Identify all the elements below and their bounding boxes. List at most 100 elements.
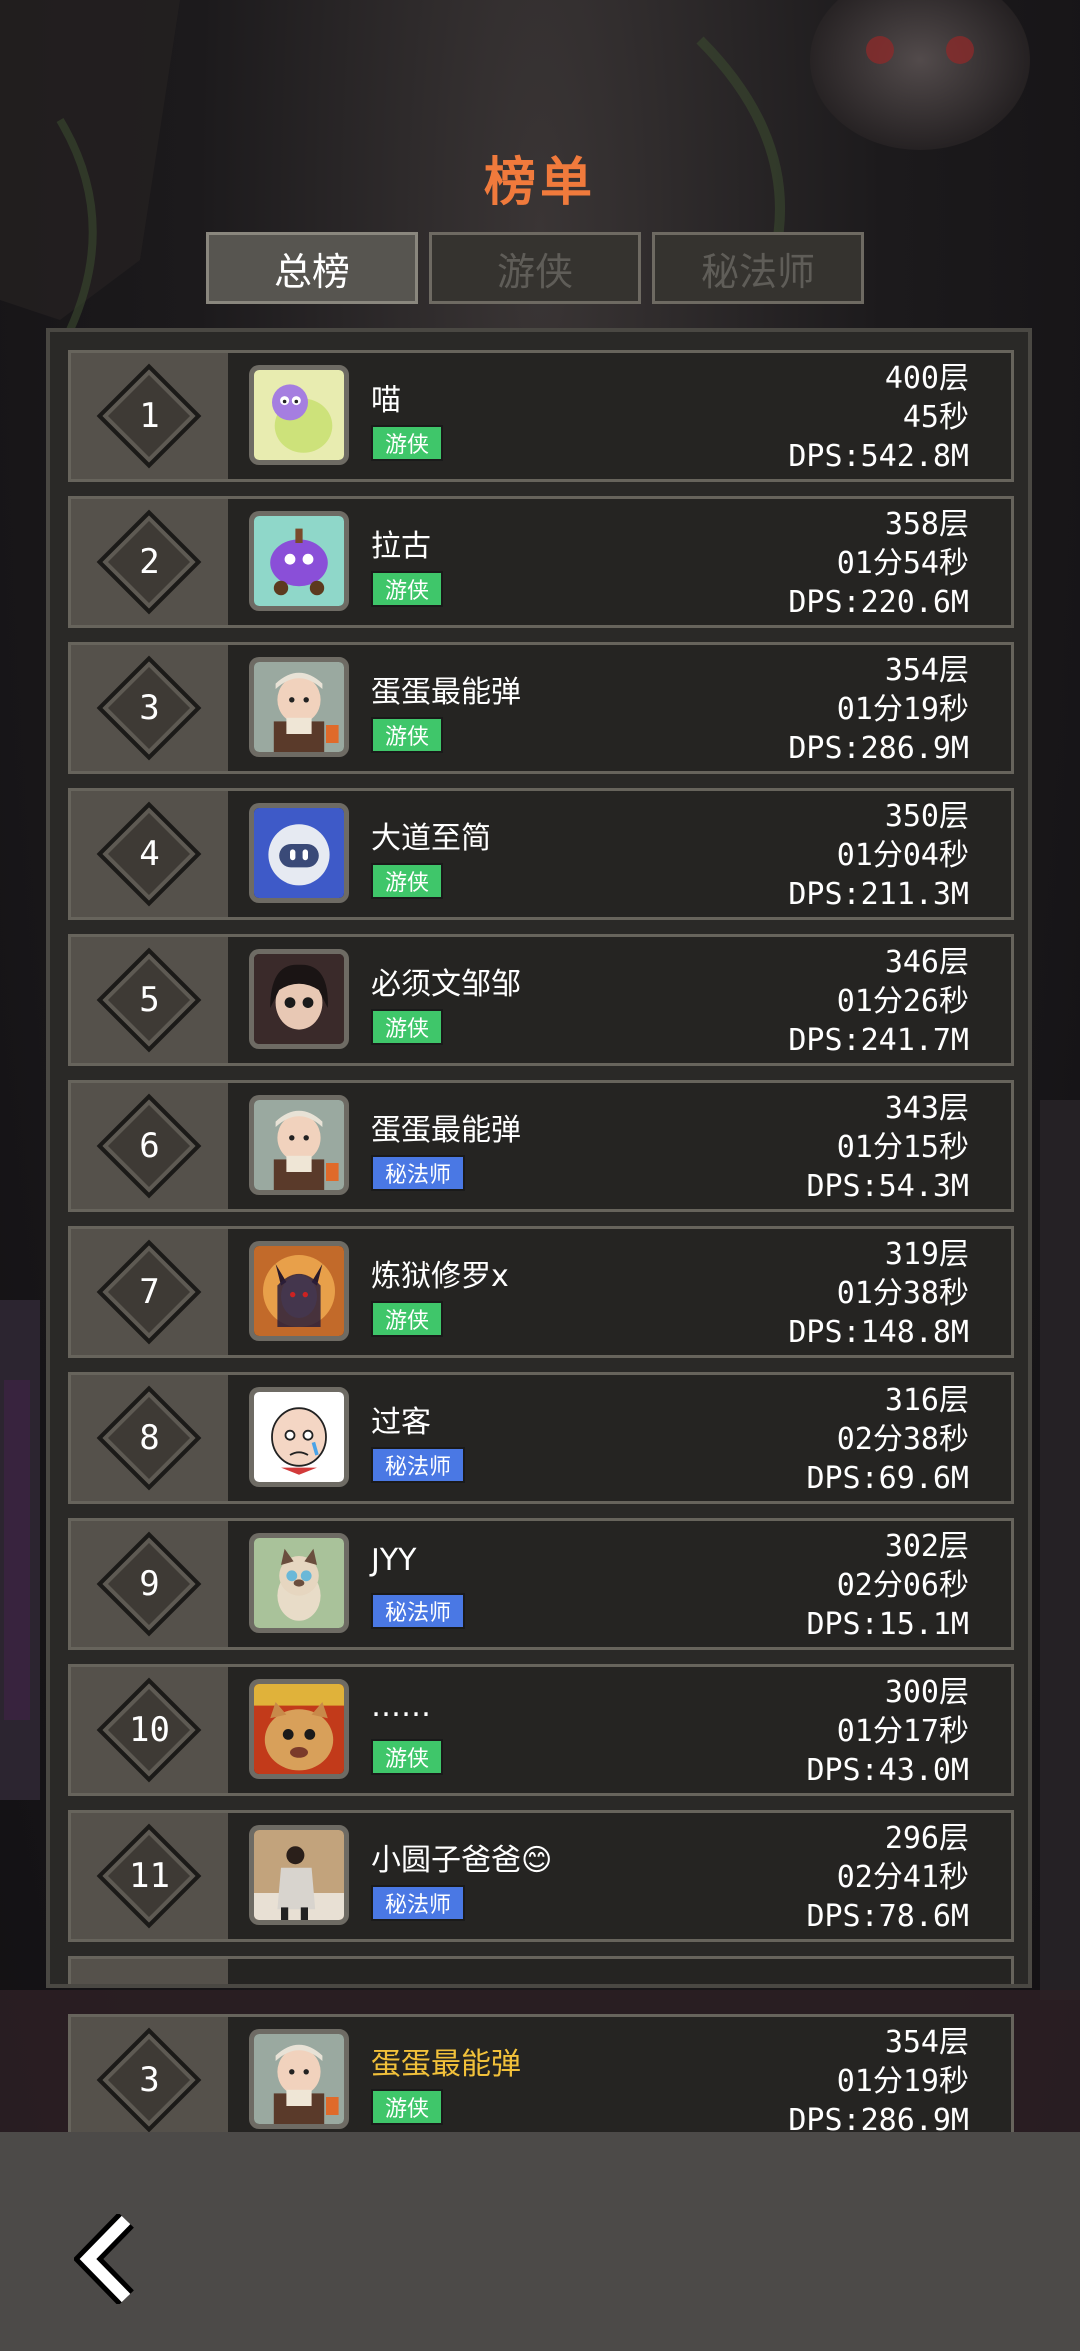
leaderboard-row[interactable]: 8 过客 秘法师 316层 02分38秒 DPS:69.6M bbox=[68, 1372, 1014, 1504]
rank-number: 5 bbox=[139, 980, 160, 1020]
time-value: 01分17秒 bbox=[836, 1714, 969, 1749]
floor-value: 346层 bbox=[884, 945, 969, 980]
player-name: 小圆子爸爸😊 bbox=[371, 1843, 553, 1878]
rank-number: 2 bbox=[139, 542, 160, 582]
dps-value: DPS:69.6M bbox=[806, 1461, 969, 1496]
player-name: 大道至简 bbox=[371, 821, 491, 856]
rank-number: 8 bbox=[139, 1418, 160, 1458]
dps-value: DPS:211.3M bbox=[788, 877, 969, 912]
time-value: 01分04秒 bbox=[836, 838, 969, 873]
class-badge: 游侠 bbox=[371, 571, 444, 607]
player-stats: 354层 01分19秒 DPS:286.9M bbox=[788, 651, 969, 768]
time-value: 01分19秒 bbox=[836, 2064, 969, 2099]
tab-overall[interactable]: 总榜 bbox=[206, 232, 418, 304]
rank-number: 9 bbox=[139, 1564, 160, 1604]
player-name: JYY bbox=[371, 1543, 417, 1578]
leaderboard-row[interactable]: 10 …… 游侠 300层 01分17秒 DPS:43.0M bbox=[68, 1664, 1014, 1796]
class-badge: 秘法师 bbox=[371, 1155, 466, 1191]
leaderboard-row[interactable]: 1 喵游侠 400层 45秒 DPS:542.8M bbox=[68, 350, 1014, 482]
player-avatar[interactable] bbox=[249, 1387, 349, 1487]
floor-value: 354层 bbox=[884, 653, 969, 688]
player-avatar[interactable] bbox=[249, 511, 349, 611]
player-stats: 319层 01分38秒 DPS:148.8M bbox=[788, 1235, 969, 1352]
rank-number: 1 bbox=[139, 396, 160, 436]
class-badge: 游侠 bbox=[371, 425, 444, 461]
rank-number: 11 bbox=[129, 1856, 170, 1896]
self-rank-row: 3 蛋蛋最能弹 游侠 354层 01分19秒 DPS:286.9M bbox=[68, 2014, 1014, 2146]
player-stats: 350层 01分04秒 DPS:211.3M bbox=[788, 797, 969, 914]
leaderboard-row[interactable]: 4 大道至简游侠 350层 01分04秒 DPS:211.3M bbox=[68, 788, 1014, 920]
player-name: …… bbox=[371, 1689, 431, 1724]
dps-value: DPS:220.6M bbox=[788, 585, 969, 620]
floor-value: 354层 bbox=[884, 2025, 969, 2060]
player-stats: 400层 45秒 DPS:542.8M bbox=[788, 359, 969, 476]
player-avatar[interactable] bbox=[249, 657, 349, 757]
rank-number: 6 bbox=[139, 1126, 160, 1166]
player-stats: 358层 01分54秒 DPS:220.6M bbox=[788, 505, 969, 622]
player-name: 炼狱修罗x bbox=[371, 1259, 509, 1294]
leaderboard-row[interactable]: 6 蛋蛋最能弹 秘法师 343层 01分15秒 DPS:54.3M bbox=[68, 1080, 1014, 1212]
class-badge: 游侠 bbox=[371, 1301, 444, 1337]
player-stats: 354层 01分19秒 DPS:286.9M bbox=[788, 2023, 969, 2140]
dps-value: DPS:286.9M bbox=[788, 731, 969, 766]
player-stats: 346层 01分26秒 DPS:241.7M bbox=[788, 943, 969, 1060]
leaderboard-row[interactable]: 3 蛋蛋最能弹游侠 354层 01分19秒 DPS:286.9M bbox=[68, 642, 1014, 774]
player-stats: 300层 01分17秒 DPS:43.0M bbox=[806, 1673, 969, 1790]
time-value: 02分41秒 bbox=[836, 1860, 969, 1895]
floor-value: 296层 bbox=[884, 1821, 969, 1856]
player-name: 喵 bbox=[371, 383, 401, 418]
rank-number: 4 bbox=[139, 834, 160, 874]
floor-value: 358层 bbox=[884, 507, 969, 542]
dps-value: DPS:43.0M bbox=[806, 1753, 969, 1788]
player-name: 蛋蛋最能弹 bbox=[371, 675, 521, 710]
bottom-bar bbox=[0, 2132, 1080, 2351]
dps-value: DPS:241.7M bbox=[788, 1023, 969, 1058]
time-value: 02分38秒 bbox=[836, 1422, 969, 1457]
class-badge: 秘法师 bbox=[371, 1885, 466, 1921]
player-avatar[interactable] bbox=[249, 1679, 349, 1779]
leaderboard-row[interactable]: 5 必须文邹邹 游侠 346层 01分26秒 DPS:241.7M bbox=[68, 934, 1014, 1066]
player-avatar[interactable] bbox=[249, 949, 349, 1049]
floor-value: 350层 bbox=[884, 799, 969, 834]
player-avatar[interactable] bbox=[249, 1533, 349, 1633]
leaderboard-row[interactable]: 2 拉古 游侠 358层 01分54秒 DPS:220.6M bbox=[68, 496, 1014, 628]
floor-value: 400层 bbox=[884, 361, 969, 396]
tab-ranger[interactable]: 游侠 bbox=[429, 232, 641, 304]
class-badge: 游侠 bbox=[371, 717, 444, 753]
tab-mage[interactable]: 秘法师 bbox=[652, 232, 864, 304]
player-name: 过客 bbox=[371, 1405, 431, 1440]
player-avatar[interactable] bbox=[249, 1095, 349, 1195]
player-avatar[interactable] bbox=[249, 1825, 349, 1925]
floor-value: 343层 bbox=[884, 1091, 969, 1126]
rank-number: 10 bbox=[129, 1710, 170, 1750]
floor-value: 302层 bbox=[884, 1529, 969, 1564]
leaderboard-row[interactable]: 7 炼狱修罗x 游侠 319层 01分38秒 DPS:148.8M bbox=[68, 1226, 1014, 1358]
rank-number: 7 bbox=[139, 1272, 160, 1312]
floor-value: 319层 bbox=[884, 1237, 969, 1272]
player-name: 蛋蛋最能弹 bbox=[371, 1113, 521, 1148]
leaderboard-row[interactable]: 11 小圆子爸爸😊 秘法师 296层 02分41秒 DPS:78.6M bbox=[68, 1810, 1014, 1942]
rank-number: 3 bbox=[139, 2060, 160, 2100]
leaderboard-row-partial[interactable] bbox=[68, 1956, 1014, 1984]
floor-value: 316层 bbox=[884, 1383, 969, 1418]
tab-bar: 总榜 游侠 秘法师 bbox=[206, 232, 864, 304]
time-value: 02分06秒 bbox=[836, 1568, 969, 1603]
rank-number: 3 bbox=[139, 688, 160, 728]
class-badge: 秘法师 bbox=[371, 1593, 466, 1629]
back-arrow-icon[interactable] bbox=[74, 2214, 146, 2304]
player-avatar[interactable] bbox=[249, 1241, 349, 1341]
player-stats: 316层 02分38秒 DPS:69.6M bbox=[806, 1381, 969, 1498]
rank-cell bbox=[71, 1959, 228, 1984]
leaderboard-row[interactable]: 9 JYY 秘法师 302层 02分06秒 DPS:15.1M bbox=[68, 1518, 1014, 1650]
player-avatar[interactable] bbox=[249, 365, 349, 465]
time-value: 45秒 bbox=[902, 400, 969, 435]
class-badge: 游侠 bbox=[371, 1739, 444, 1775]
leaderboard-list[interactable]: 1 喵游侠 400层 45秒 DPS:542.8M 2 拉古 游侠 358层 01分54秒 DPS:… bbox=[46, 328, 1032, 1988]
class-badge: 游侠 bbox=[371, 863, 444, 899]
player-name: 蛋蛋最能弹 bbox=[371, 2047, 521, 2082]
player-avatar[interactable] bbox=[249, 2029, 349, 2129]
player-avatar[interactable] bbox=[249, 803, 349, 903]
dps-value: DPS:148.8M bbox=[788, 1315, 969, 1350]
class-badge: 游侠 bbox=[371, 2089, 444, 2125]
dps-value: DPS:542.8M bbox=[788, 439, 969, 474]
